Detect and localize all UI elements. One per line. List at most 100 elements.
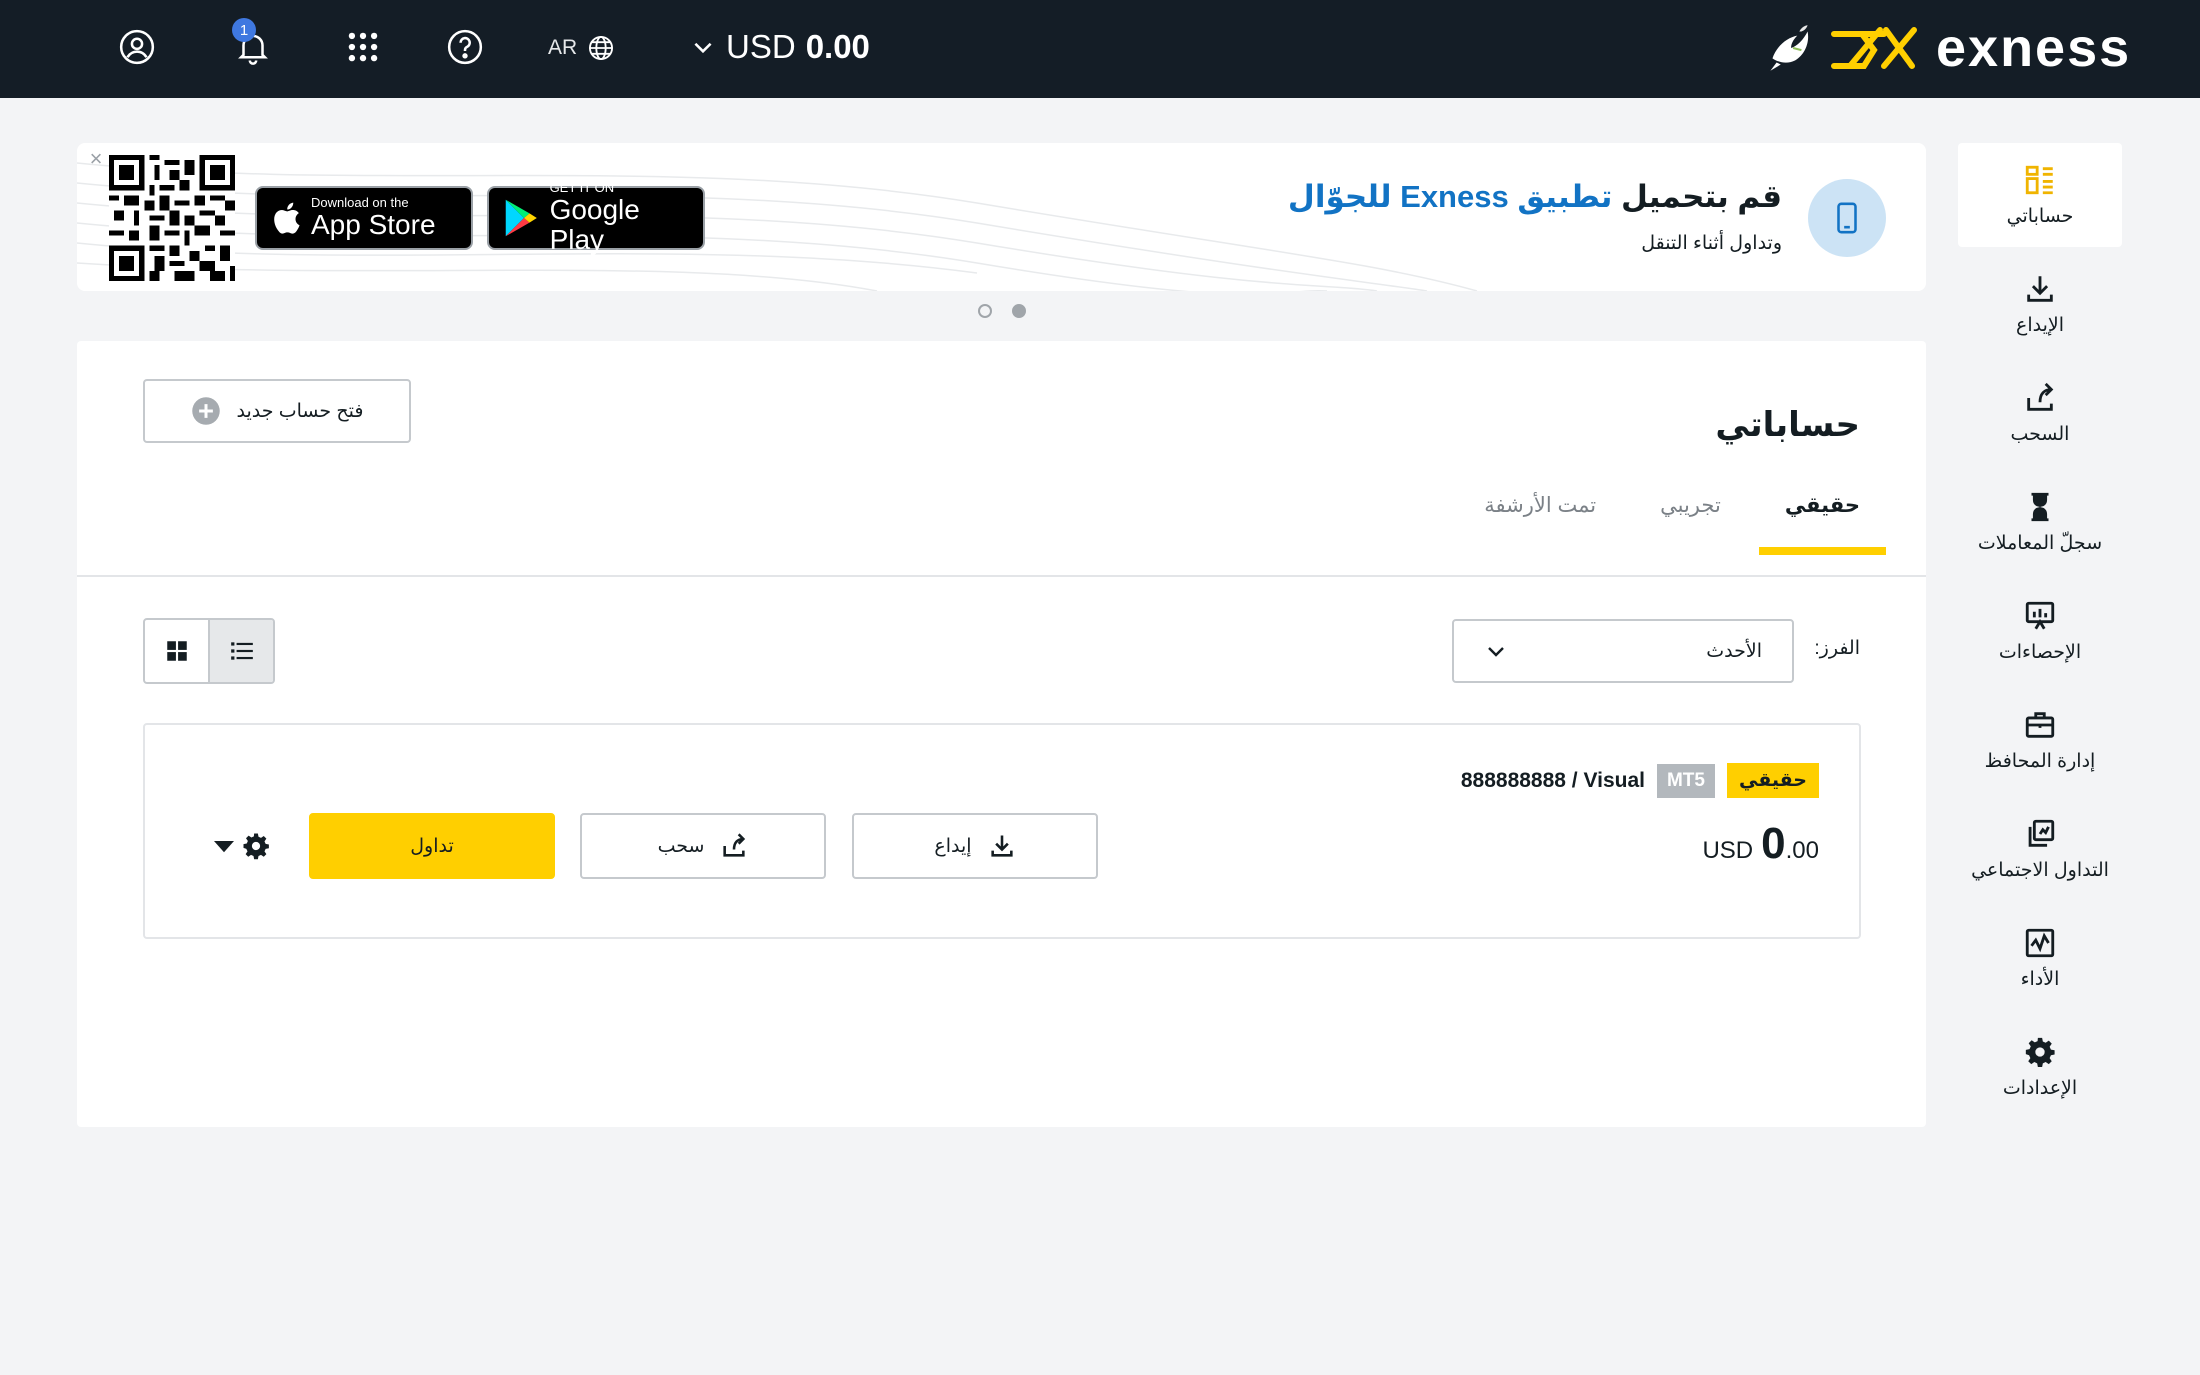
withdraw-icon (2027, 382, 2054, 411)
account-name: 888888888 / Visual (1460, 768, 1645, 792)
top-bar: 1 AR USD 0.00 exness (0, 0, 2200, 98)
sidebar-item-withdraw[interactable]: السحب (1958, 361, 2122, 465)
app-store-button[interactable]: Download on the App Store (255, 186, 473, 250)
deposit-icon (990, 835, 1013, 857)
sidebar-item-label: الأداء (2020, 968, 2060, 990)
app-store-small-text: Download on the (311, 195, 409, 210)
sidebar-item-performance[interactable]: الأداء (1958, 906, 2122, 1010)
google-play-text: GET IT ON Google Play (550, 181, 689, 255)
banner-title: قم بتحميل تطبيق Exness للجوّال (1288, 179, 1782, 215)
apps-grid-icon[interactable] (340, 24, 386, 70)
view-toggle (143, 618, 275, 684)
briefcase-icon (2025, 711, 2055, 738)
chevron-down-icon (1488, 647, 1504, 657)
sidebar-item-social-trading[interactable]: التداول الاجتماعي (1958, 797, 2122, 901)
sort-value: الأحدث (1706, 640, 1762, 662)
google-play-button[interactable]: GET IT ON Google Play (487, 181, 705, 255)
sidebar-item-my-accounts[interactable]: حساباتي (1958, 143, 2122, 247)
carousel-dot-active[interactable] (1012, 304, 1026, 318)
list-view-button[interactable] (208, 620, 273, 682)
account-currency: USD (1702, 837, 1754, 864)
google-play-icon (505, 199, 537, 237)
sidebar-item-label: سجلّ المعاملات (1977, 532, 2103, 554)
sidebar-item-analytics[interactable]: الإحصاءات (1958, 579, 2122, 683)
chevron-down-icon (694, 42, 712, 54)
grid-view-icon (166, 641, 187, 661)
analytics-icon (2025, 601, 2055, 629)
accounts-icon (2025, 165, 2053, 194)
balance-currency: USD (726, 28, 796, 65)
sidebar-item-label: الإيداع (2016, 314, 2064, 336)
accounts-card: فتح حساب جديد حساباتي حقيقي تجريبي تمت ا… (77, 341, 1926, 1127)
banner-subtitle: وتداول أثناء التنقل (1641, 233, 1782, 254)
language-code: AR (548, 36, 578, 59)
gear-icon (243, 833, 269, 860)
sidebar-item-portfolio-management[interactable]: إدارة المحافظ (1958, 688, 2122, 792)
tab-demo[interactable]: تجريبي (1660, 493, 1721, 555)
banner-title-prefix: قم بتحميل (1612, 179, 1782, 214)
account-settings-menu[interactable] (209, 831, 271, 861)
user-profile-icon[interactable] (114, 24, 160, 70)
account-type-badge: حقيقي (1726, 763, 1819, 798)
help-icon[interactable] (442, 24, 488, 70)
notifications-bell-icon[interactable]: 1 (230, 18, 276, 70)
exness-mark-icon (1831, 27, 1917, 69)
globe-icon (589, 35, 614, 61)
withdraw-icon (723, 833, 746, 857)
app-store-text: Download on the App Store (311, 196, 436, 240)
tab-real[interactable]: حقيقي (1758, 493, 1887, 555)
open-new-account-label: فتح حساب جديد (236, 400, 364, 422)
qr-code (109, 155, 235, 281)
sidebar-item-deposit[interactable]: الإيداع (1958, 252, 2122, 356)
exness-logo[interactable]: exness (1758, 8, 2131, 88)
account-row: حقيقي MT5 888888888 / Visual USD 0 .00 إ… (143, 723, 1861, 939)
gear-icon (2025, 1037, 2055, 1067)
balance-dropdown[interactable]: USD 0.00 (690, 24, 870, 70)
sidebar-item-label: السحب (2010, 423, 2070, 445)
hourglass-icon (2031, 492, 2049, 521)
sidebar-item-label: حساباتي (2006, 205, 2074, 227)
sort-select[interactable]: الأحدث (1452, 619, 1794, 683)
platform-badge: MT5 (1656, 763, 1715, 798)
add-circle-icon (191, 397, 220, 425)
trade-button[interactable]: تداول (309, 813, 555, 879)
account-tabs: حقيقي تجريبي تمت الأرشفة (1484, 493, 1887, 555)
open-new-account-button[interactable]: فتح حساب جديد (143, 379, 411, 443)
list-view-icon (230, 642, 253, 660)
app-store-big-text: App Store (311, 209, 436, 240)
grid-view-button[interactable] (145, 620, 208, 682)
app-download-banner: × Download on the App Store GET IT ON Go… (77, 143, 1926, 291)
account-header: حقيقي MT5 888888888 / Visual (1461, 763, 1819, 798)
sort-label: الفرز: (1814, 638, 1860, 659)
account-balance: USD 0 .00 (1702, 819, 1819, 869)
banner-close-icon[interactable]: × (85, 148, 107, 170)
banner-title-highlight: تطبيق Exness للجوّال (1287, 179, 1613, 214)
exness-wordmark: exness (1936, 18, 2132, 78)
deposit-icon (2027, 275, 2053, 302)
sidebar-item-label: إدارة المحافظ (1984, 750, 2096, 772)
sidebar-item-transaction-history[interactable]: سجلّ المعاملات (1958, 470, 2122, 574)
withdraw-button[interactable]: سحب (580, 813, 826, 879)
sidebar-nav: حساباتي الإيداع السحب سجلّ المعاملات الإ… (1958, 143, 2122, 1124)
dove-icon (1770, 25, 1809, 71)
sidebar-item-settings[interactable]: الإعدادات (1958, 1015, 2122, 1119)
carousel-dots (978, 304, 1026, 318)
sidebar-item-label: الإحصاءات (1998, 641, 2082, 663)
deposit-button[interactable]: إيداع (852, 813, 1098, 879)
account-balance-integer: 0 (1761, 819, 1786, 868)
trade-label: تداول (410, 835, 454, 857)
account-balance-decimal: .00 (1785, 837, 1819, 864)
performance-icon (2025, 928, 2055, 957)
apple-icon (274, 202, 300, 234)
deposit-label: إيداع (934, 835, 972, 857)
tab-archived[interactable]: تمت الأرشفة (1484, 493, 1596, 555)
language-selector[interactable]: AR (548, 30, 615, 66)
google-play-big-text: Google Play (549, 194, 640, 255)
carousel-dot[interactable] (978, 304, 992, 318)
page-title: حساباتي (1715, 406, 1860, 444)
caret-down-icon (214, 841, 234, 853)
social-trading-icon (2028, 819, 2055, 847)
withdraw-label: سحب (657, 835, 705, 857)
tabs-divider (77, 575, 1926, 577)
balance-amount: 0.00 (805, 28, 870, 65)
